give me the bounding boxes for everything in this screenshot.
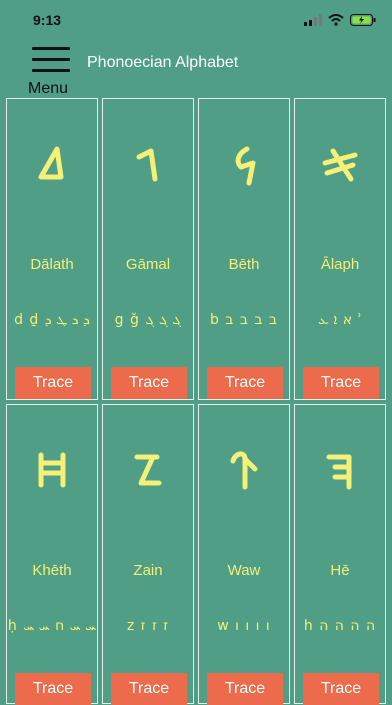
- hamburger-line: [32, 58, 70, 61]
- zain-glyph-icon: [103, 445, 193, 505]
- status-icons: [304, 12, 376, 28]
- letter-card[interactable]: Gāmal g ǧ ܓ ܓ ܓ Trace: [102, 98, 194, 400]
- app-header: Menu Phonoecian Alphabet: [0, 40, 392, 98]
- trace-button[interactable]: Trace: [303, 367, 379, 399]
- menu-label: Menu: [28, 80, 69, 97]
- wifi-icon: [328, 14, 344, 26]
- menu-button[interactable]: Menu: [28, 44, 76, 97]
- kheth-glyph-icon: [7, 445, 97, 505]
- battery-icon: [350, 14, 376, 26]
- trace-button[interactable]: Trace: [207, 673, 283, 705]
- letter-name: Hē: [330, 562, 350, 579]
- trace-button[interactable]: Trace: [303, 673, 379, 705]
- letter-name: Zain: [133, 562, 163, 579]
- letter-name: Bēth: [228, 256, 260, 273]
- gamal-glyph-icon: [103, 139, 193, 199]
- letter-card[interactable]: Dālath d ḏ ܕ ܖ ܛ ܕ Trace: [6, 98, 98, 400]
- trace-button[interactable]: Trace: [15, 367, 91, 399]
- letter-name: Khēth: [32, 562, 72, 579]
- page-title: Phonoecian Alphabet: [87, 54, 239, 71]
- waw-glyph-icon: [199, 445, 289, 505]
- status-time: 9:13: [33, 12, 62, 28]
- letter-transliteration: w ו ו ו ו: [217, 618, 271, 634]
- letter-name: Gāmal: [125, 256, 171, 273]
- letter-card[interactable]: Bēth b ב ב ב ב Trace: [198, 98, 290, 400]
- letter-card[interactable]: Waw w ו ו ו ו Trace: [198, 404, 290, 705]
- letter-card[interactable]: Ālaph א ܐ ܥ ʾ Trace: [294, 98, 386, 400]
- letter-transliteration: ḥ ܚ ܚ ח ܚ ܚ: [7, 618, 97, 634]
- signal-icon: [304, 14, 322, 26]
- letter-transliteration: b ב ב ב ב: [209, 312, 279, 328]
- letter-card[interactable]: Khēth ḥ ܚ ܚ ח ܚ ܚ Trace: [6, 404, 98, 705]
- letter-card[interactable]: Hē h ה ה ה ה Trace: [294, 404, 386, 705]
- letter-transliteration: z ז ז ז: [126, 618, 170, 634]
- letter-transliteration: א ܐ ܥ ʾ: [318, 312, 362, 328]
- letter-transliteration: g ǧ ܓ ܓ ܓ: [114, 312, 182, 328]
- letter-name: Dālath: [30, 256, 74, 273]
- hamburger-icon: [32, 47, 70, 50]
- trace-button[interactable]: Trace: [111, 673, 187, 705]
- hamburger-line: [32, 69, 70, 72]
- beth-glyph-icon: [199, 139, 289, 199]
- letter-name: Ālaph: [320, 256, 360, 273]
- trace-button[interactable]: Trace: [111, 367, 187, 399]
- trace-button[interactable]: Trace: [207, 367, 283, 399]
- letter-name: Waw: [227, 562, 261, 579]
- status-bar: 9:13: [0, 0, 392, 40]
- he-glyph-icon: [295, 445, 385, 505]
- dalath-glyph-icon: [7, 139, 97, 199]
- trace-button[interactable]: Trace: [15, 673, 91, 705]
- alaph-glyph-icon: [295, 139, 385, 199]
- letter-transliteration: d ḏ ܕ ܖ ܛ ܕ: [14, 312, 90, 328]
- letter-card[interactable]: Zain z ז ז ז Trace: [102, 404, 194, 705]
- letter-transliteration: h ה ה ה ה: [303, 618, 377, 634]
